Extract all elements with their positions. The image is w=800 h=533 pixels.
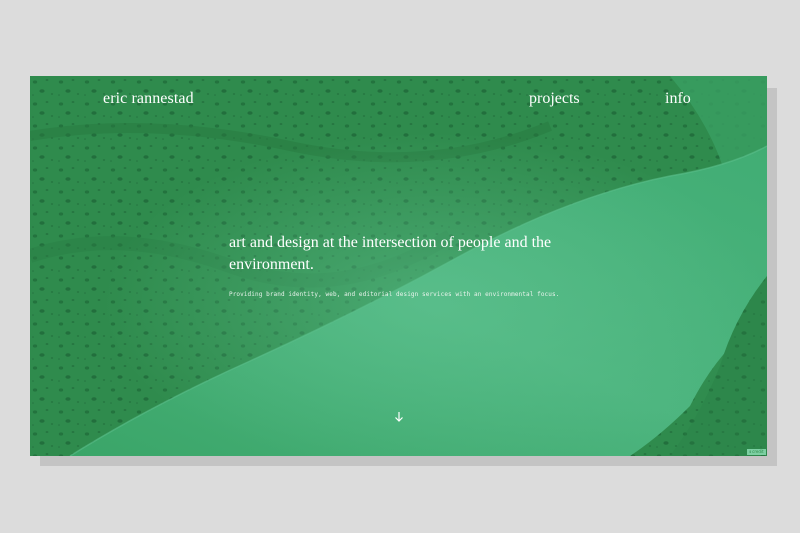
arrow-down-icon[interactable] — [393, 410, 405, 424]
nav-projects-link[interactable]: projects — [529, 90, 580, 108]
nav-info-link[interactable]: info — [665, 90, 691, 108]
hero-subline: Providing brand identity, web, and edito… — [229, 291, 560, 298]
credit-badge[interactable]: ℹ credit — [747, 449, 766, 455]
site-logo-link[interactable]: eric rannestad — [103, 90, 194, 108]
website-frame: eric rannestad projects info art and des… — [30, 76, 767, 456]
hero-headline: art and design at the intersection of pe… — [229, 234, 552, 273]
